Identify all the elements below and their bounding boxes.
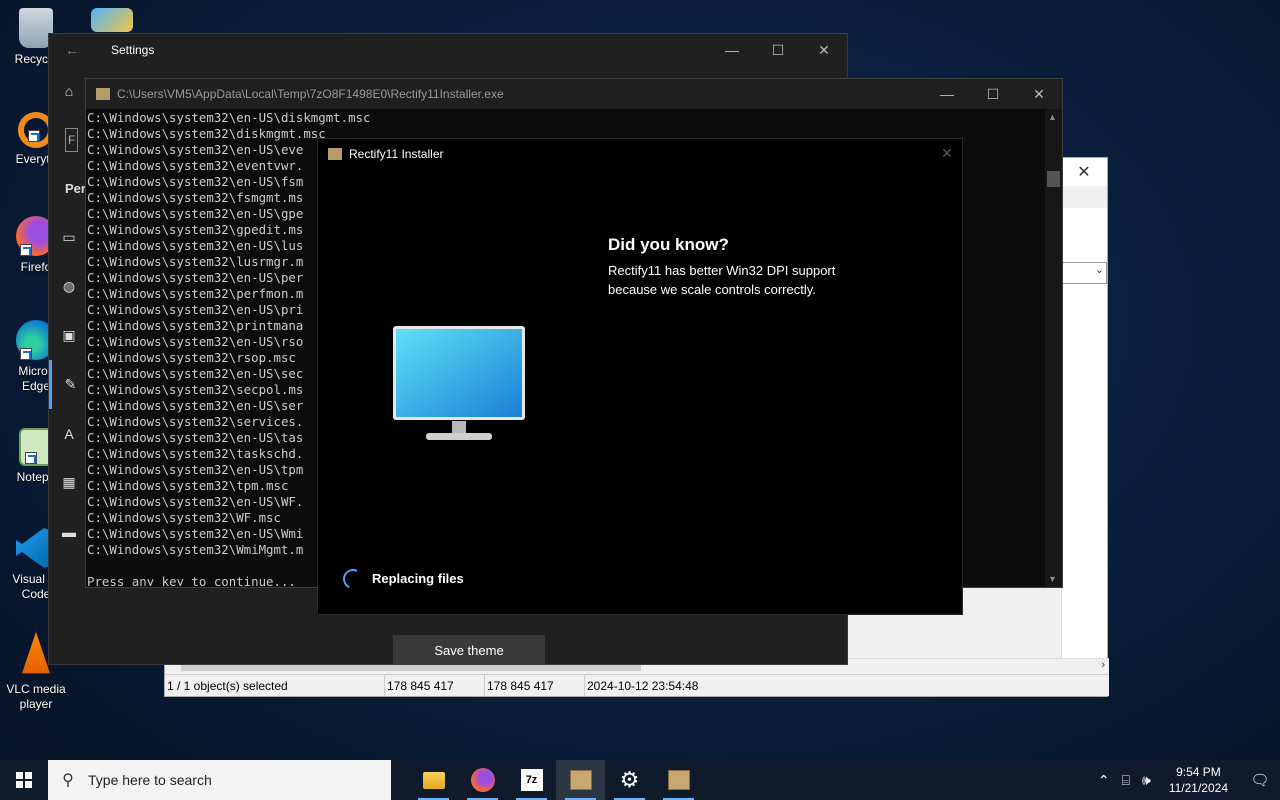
picture-icon[interactable]: ▭ bbox=[49, 213, 89, 262]
clock[interactable]: 9:54 PM 11/21/2024 bbox=[1157, 764, 1240, 796]
search-icon: ⚲ bbox=[62, 772, 74, 789]
minimize-icon[interactable]: — bbox=[924, 86, 970, 102]
clock-date: 11/21/2024 bbox=[1168, 781, 1228, 795]
scroll-up-icon[interactable]: ▲ bbox=[1048, 112, 1057, 122]
find-field-label: F bbox=[65, 127, 79, 152]
taskbar-icon[interactable]: ▬ bbox=[49, 507, 89, 556]
find-setting-field[interactable]: F bbox=[49, 115, 89, 164]
7zip-icon: 7z bbox=[520, 769, 543, 791]
search-placeholder: Type here to search bbox=[88, 772, 212, 788]
firefox-icon bbox=[470, 768, 495, 792]
monitor-icon bbox=[393, 326, 525, 440]
install-status: Replacing files bbox=[372, 571, 464, 586]
path-combo-box[interactable]: ⌄ bbox=[1061, 262, 1107, 284]
minimize-icon[interactable]: — bbox=[709, 42, 755, 58]
vertical-scrollbar[interactable]: ▲ ▼ bbox=[1045, 109, 1062, 587]
volume-icon[interactable]: 🕪 bbox=[1136, 772, 1157, 789]
taskbar-search-box[interactable]: ⚲ Type here to search bbox=[48, 760, 391, 800]
scroll-right-icon[interactable]: › bbox=[1101, 659, 1105, 671]
file-explorer-icon bbox=[422, 771, 445, 789]
console-titlebar: C:\Users\VM5\AppData\Local\Temp\7zO8F149… bbox=[86, 79, 1062, 109]
installer-titlebar: Rectify11 Installer ✕ bbox=[318, 139, 962, 168]
taskbar-file-explorer[interactable] bbox=[409, 760, 458, 800]
installer-dialog: Rectify11 Installer ✕ Did you know? Rect… bbox=[317, 138, 963, 615]
shortcut-arrow-icon bbox=[28, 130, 40, 142]
maximize-icon[interactable]: ☐ bbox=[970, 86, 1016, 103]
settings-nav: ⌂ F Per ▭ ◍ ▣ ✎ A ▦ ▬ bbox=[49, 66, 89, 556]
shortcut-arrow-icon bbox=[25, 452, 37, 464]
close-icon[interactable]: ✕ bbox=[932, 145, 962, 162]
clock-time: 9:54 PM bbox=[1176, 765, 1221, 779]
status-modified: 2024-10-12 23:54:48 bbox=[587, 678, 699, 693]
lock-screen-icon[interactable]: ▣ bbox=[49, 311, 89, 360]
scroll-down-icon[interactable]: ▼ bbox=[1048, 574, 1057, 584]
notification-icon[interactable]: 🗨 bbox=[1240, 771, 1280, 789]
save-theme-button[interactable]: Save theme bbox=[393, 635, 545, 665]
themes-icon[interactable]: ✎ bbox=[49, 360, 89, 409]
shortcut-arrow-icon bbox=[20, 348, 32, 360]
settings-title: Settings bbox=[111, 43, 155, 57]
close-icon[interactable]: ✕ bbox=[801, 42, 847, 59]
windows-logo-icon bbox=[16, 772, 32, 788]
tip-heading: Did you know? bbox=[608, 235, 729, 254]
start-button[interactable] bbox=[0, 760, 48, 800]
network-icon[interactable]: ⌸ bbox=[1116, 772, 1136, 789]
installer-icon bbox=[569, 770, 592, 790]
installer-icon bbox=[328, 147, 342, 160]
taskbar-installer-2[interactable] bbox=[654, 760, 703, 800]
status-bar: 1 / 1 object(s) selected 178 845 417 178… bbox=[165, 674, 1109, 696]
maximize-icon[interactable]: ☐ bbox=[755, 42, 801, 59]
palette-icon[interactable]: ◍ bbox=[49, 262, 89, 311]
taskbar: ⚲ Type here to search 7z ⚙ ⌃ ⌸ 🕪 9:54 PM… bbox=[0, 760, 1280, 800]
system-tray: ⌃ ⌸ 🕪 9:54 PM 11/21/2024 🗨 bbox=[1092, 760, 1280, 800]
installer-icon bbox=[667, 770, 690, 790]
taskbar-settings[interactable]: ⚙ bbox=[605, 760, 654, 800]
personalization-label: Per bbox=[65, 181, 86, 196]
installer-icon bbox=[96, 88, 110, 100]
settings-titlebar: ← Settings — ☐ ✕ bbox=[49, 34, 847, 66]
close-icon[interactable]: ✕ bbox=[1016, 86, 1062, 103]
shortcut-arrow-icon bbox=[20, 244, 32, 256]
back-arrow-icon[interactable]: ← bbox=[49, 42, 95, 58]
status-packed-size: 178 845 417 bbox=[485, 675, 585, 696]
scrollbar-thumb[interactable] bbox=[1047, 171, 1060, 187]
status-size: 178 845 417 bbox=[385, 675, 485, 696]
chevron-up-icon[interactable]: ⌃ bbox=[1092, 772, 1116, 789]
taskbar-installer[interactable] bbox=[556, 760, 605, 800]
status-selected: 1 / 1 object(s) selected bbox=[165, 675, 385, 696]
font-icon[interactable]: A bbox=[49, 409, 89, 458]
desktop-icon-label: VLC media player bbox=[6, 682, 66, 711]
home-icon[interactable]: ⌂ bbox=[49, 66, 89, 115]
close-icon[interactable]: ✕ bbox=[1061, 158, 1107, 186]
folder-icon bbox=[91, 8, 133, 32]
console-title: C:\Users\VM5\AppData\Local\Temp\7zO8F149… bbox=[117, 87, 504, 101]
taskbar-firefox[interactable] bbox=[458, 760, 507, 800]
desktop-icon-folder[interactable] bbox=[76, 8, 148, 36]
start-icon[interactable]: ▦ bbox=[49, 458, 89, 507]
installer-title: Rectify11 Installer bbox=[349, 146, 444, 161]
tip-body: Rectify11 has better Win32 DPI support b… bbox=[608, 263, 836, 297]
settings-gear-icon: ⚙ bbox=[619, 767, 640, 792]
taskbar-7zip[interactable]: 7z bbox=[507, 760, 556, 800]
progress-spinner bbox=[340, 566, 366, 592]
